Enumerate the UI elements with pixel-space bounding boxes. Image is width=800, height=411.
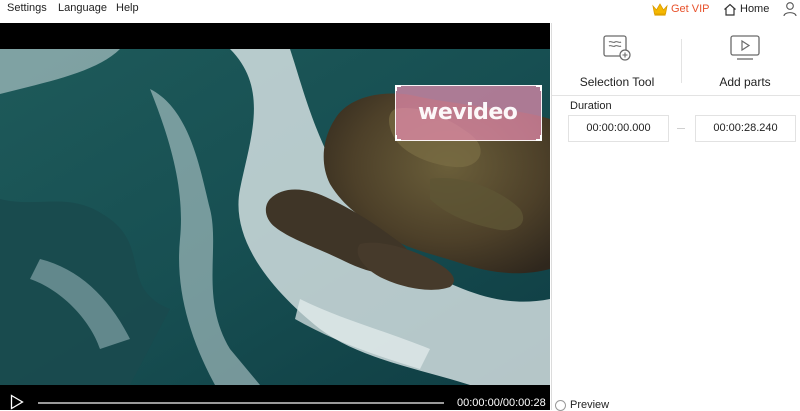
selection-tool-button[interactable]: Selection Tool (557, 33, 677, 93)
menubar: Settings Language Help Get VIP Home (0, 0, 800, 20)
user-icon[interactable] (782, 1, 798, 17)
watermark-text: wevideo (418, 100, 518, 125)
player-controls: 00:00:00/00:00:28 (0, 385, 550, 410)
watermark-handle-top-right[interactable] (536, 85, 542, 91)
selection-tool-label: Selection Tool (579, 75, 655, 89)
watermark-handle-top-left[interactable] (395, 85, 401, 91)
add-parts-button[interactable]: Add parts (685, 33, 800, 93)
video-frame: wevideo (0, 49, 550, 385)
watermark-handle-bottom-left[interactable] (395, 135, 401, 141)
selection-tool-icon (603, 35, 631, 61)
menu-help[interactable]: Help (116, 2, 139, 14)
add-parts-label: Add parts (719, 75, 771, 89)
add-parts-icon (730, 35, 760, 60)
video-player[interactable]: wevideo (0, 23, 550, 410)
home-icon (724, 3, 736, 16)
tool-divider (681, 39, 682, 83)
time-range-separator (677, 128, 685, 129)
home-button[interactable]: Home (723, 1, 769, 17)
timecode: 00:00:00/00:00:28 (457, 397, 546, 409)
seek-bar[interactable] (38, 402, 444, 404)
watermark[interactable]: wevideo (395, 85, 542, 141)
home-label: Home (740, 3, 770, 15)
menu-language[interactable]: Language (58, 2, 107, 14)
preview-option[interactable]: Preview (555, 399, 609, 411)
duration-label: Duration (570, 100, 612, 112)
get-vip-button[interactable]: Get VIP (652, 1, 710, 17)
side-panel: Selection Tool Add parts Duration 00:00:… (551, 23, 800, 411)
watermark-handle-bottom-right[interactable] (536, 135, 542, 141)
start-time-field[interactable]: 00:00:00.000 (568, 115, 669, 142)
play-icon[interactable] (10, 394, 24, 410)
menu-settings[interactable]: Settings (7, 2, 47, 14)
get-vip-label: Get VIP (671, 3, 710, 15)
end-time-field[interactable]: 00:00:28.240 (695, 115, 796, 142)
crown-icon (652, 2, 668, 16)
panel-divider (552, 95, 800, 96)
preview-radio[interactable] (555, 399, 566, 411)
preview-label: Preview (570, 399, 610, 411)
